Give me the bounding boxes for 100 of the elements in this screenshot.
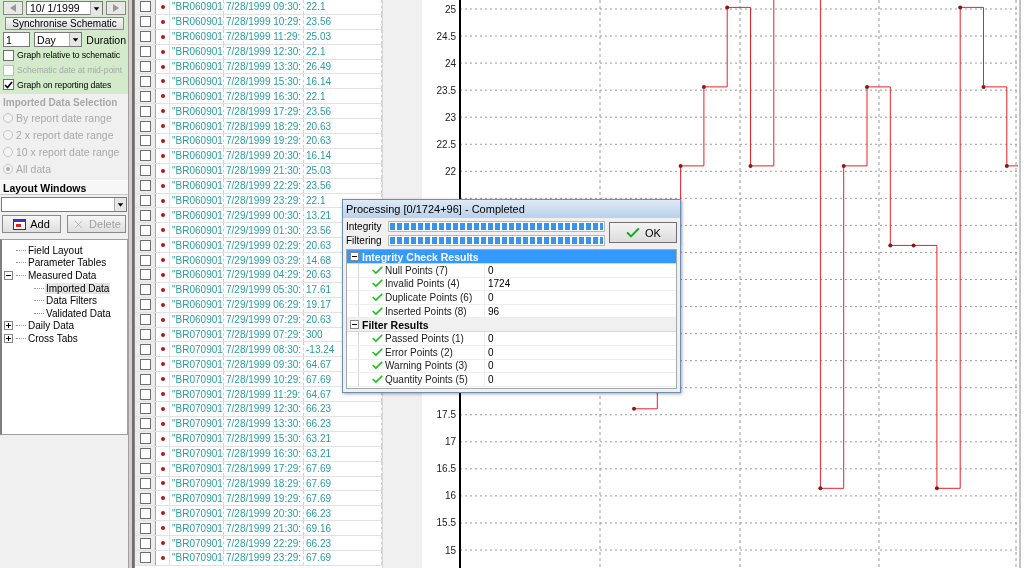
row-checkbox[interactable] [139, 537, 151, 549]
row-checkbox[interactable] [139, 239, 151, 251]
row-checkbox[interactable] [139, 150, 151, 162]
row-checkbox[interactable] [139, 343, 151, 355]
duration-field[interactable]: 1 [3, 32, 31, 47]
table-cell: "BR070901 [170, 372, 224, 387]
table-cell: "BR070901 [170, 342, 224, 357]
table-cell: 7/28/1999 07:29: [224, 327, 304, 342]
row-checkbox[interactable] [139, 463, 151, 475]
tree-item[interactable]: Parameter Tables [27, 257, 108, 269]
dot-icon [160, 347, 165, 352]
row-checkbox[interactable] [139, 373, 151, 385]
row-checkbox[interactable] [139, 433, 151, 445]
row-checkbox[interactable] [139, 31, 151, 43]
table-cell: 7/28/1999 12:30: [224, 44, 304, 59]
result-value: 96 [487, 305, 500, 317]
row-checkbox[interactable] [139, 418, 151, 430]
row-checkbox[interactable] [139, 284, 151, 296]
table-cell: "BR060901 [170, 282, 224, 297]
checkbox[interactable] [3, 79, 14, 91]
tree-item[interactable]: Field Layout [27, 244, 84, 256]
table-cell: "BR070901 [170, 387, 224, 402]
table-cell: "BR060901 [170, 89, 224, 104]
y-tick-label: 24.5 [436, 30, 456, 42]
row-checkbox[interactable] [139, 1, 151, 13]
layout-dropdown[interactable] [1, 197, 127, 212]
group-header[interactable]: Filter Results [347, 318, 676, 333]
row-checkbox[interactable] [139, 120, 151, 132]
row-checkbox[interactable] [139, 105, 151, 117]
synchronise-button[interactable]: Synchronise Schematic [5, 17, 124, 30]
row-checkbox[interactable] [139, 329, 151, 341]
checkbox[interactable] [3, 49, 14, 61]
row-checkbox[interactable] [139, 552, 151, 564]
row-checkbox[interactable] [139, 135, 151, 147]
dot-icon [160, 4, 165, 9]
tree-item[interactable]: Cross Tabs [27, 332, 79, 344]
row-checkbox[interactable] [139, 195, 151, 206]
tree-item[interactable]: Daily Data [27, 320, 76, 332]
row-checkbox[interactable] [139, 165, 151, 177]
result-label: Error Points (2) [385, 346, 453, 358]
tree-item[interactable]: Data Filters [45, 295, 99, 307]
dot-icon [160, 302, 165, 307]
table-cell: 7/28/1999 17:29: [224, 461, 304, 476]
row-checkbox[interactable] [139, 90, 151, 102]
row-checkbox[interactable] [139, 16, 151, 28]
collapse-icon[interactable] [350, 320, 359, 330]
expand-icon[interactable] [4, 333, 13, 343]
table-cell: "BR060901 [170, 148, 224, 163]
dot-icon [160, 109, 165, 114]
row-checkbox[interactable] [139, 209, 151, 221]
collapse-icon[interactable] [350, 252, 359, 261]
dot-icon [160, 79, 165, 84]
dot-icon [160, 392, 165, 397]
tree-item[interactable]: Imported Data [45, 282, 111, 294]
result-value: 0 [487, 360, 494, 372]
result-label: Null Points (7) [385, 264, 448, 276]
expand-icon[interactable] [4, 321, 13, 331]
table-cell: "BR070901 [170, 402, 224, 416]
dot-icon [160, 451, 165, 456]
data-point [911, 243, 916, 248]
previous-button[interactable] [3, 1, 23, 15]
row-checkbox[interactable] [139, 492, 151, 504]
row-checkbox[interactable] [139, 46, 151, 58]
table-cell: 7/29/1999 02:29: [224, 238, 304, 253]
row-checkbox[interactable] [139, 314, 151, 326]
dot-icon [160, 511, 165, 516]
row-checkbox[interactable] [139, 403, 151, 415]
row-checkbox[interactable] [139, 522, 151, 534]
date-field[interactable]: 10/ 1/1999 [26, 1, 103, 15]
row-checkbox[interactable] [139, 477, 151, 489]
dot-icon [160, 332, 165, 337]
row-checkbox[interactable] [139, 299, 151, 311]
unit-dropdown[interactable]: Day [34, 32, 83, 47]
table-cell: "BR060901 [170, 44, 224, 59]
data-point [841, 163, 846, 168]
row-checkbox[interactable] [139, 254, 151, 266]
row-checkbox[interactable] [139, 448, 151, 460]
next-button[interactable] [106, 1, 126, 15]
row-checkbox[interactable] [139, 61, 151, 72]
radio-label: 2 x report date range [16, 128, 114, 141]
row-checkbox[interactable] [139, 358, 151, 370]
row-checkbox[interactable] [139, 224, 151, 236]
table-cell: "BR060901 [170, 74, 224, 89]
ok-button[interactable]: OK [609, 222, 677, 243]
collapse-icon[interactable] [4, 271, 13, 280]
tree-item[interactable]: Measured Data [27, 270, 98, 281]
table-cell: 7/28/1999 16:30: [224, 89, 304, 104]
row-checkbox[interactable] [139, 388, 151, 400]
table-cell: 7/29/1999 01:30: [224, 223, 304, 238]
dialog-title: Processing [0/1724+96] - Completed [343, 200, 680, 218]
dot-icon [160, 377, 165, 382]
table-cell: "BR060901 [170, 0, 224, 14]
add-button[interactable]: Add [2, 215, 61, 233]
row-checkbox[interactable] [139, 75, 151, 87]
row-checkbox[interactable] [139, 180, 151, 192]
tree-item[interactable]: Validated Data [45, 307, 112, 319]
row-checkbox[interactable] [139, 507, 151, 519]
table-cell: "BR070901 [170, 431, 224, 446]
row-checkbox[interactable] [139, 269, 151, 281]
table-cell: "BR060901 [170, 268, 224, 282]
